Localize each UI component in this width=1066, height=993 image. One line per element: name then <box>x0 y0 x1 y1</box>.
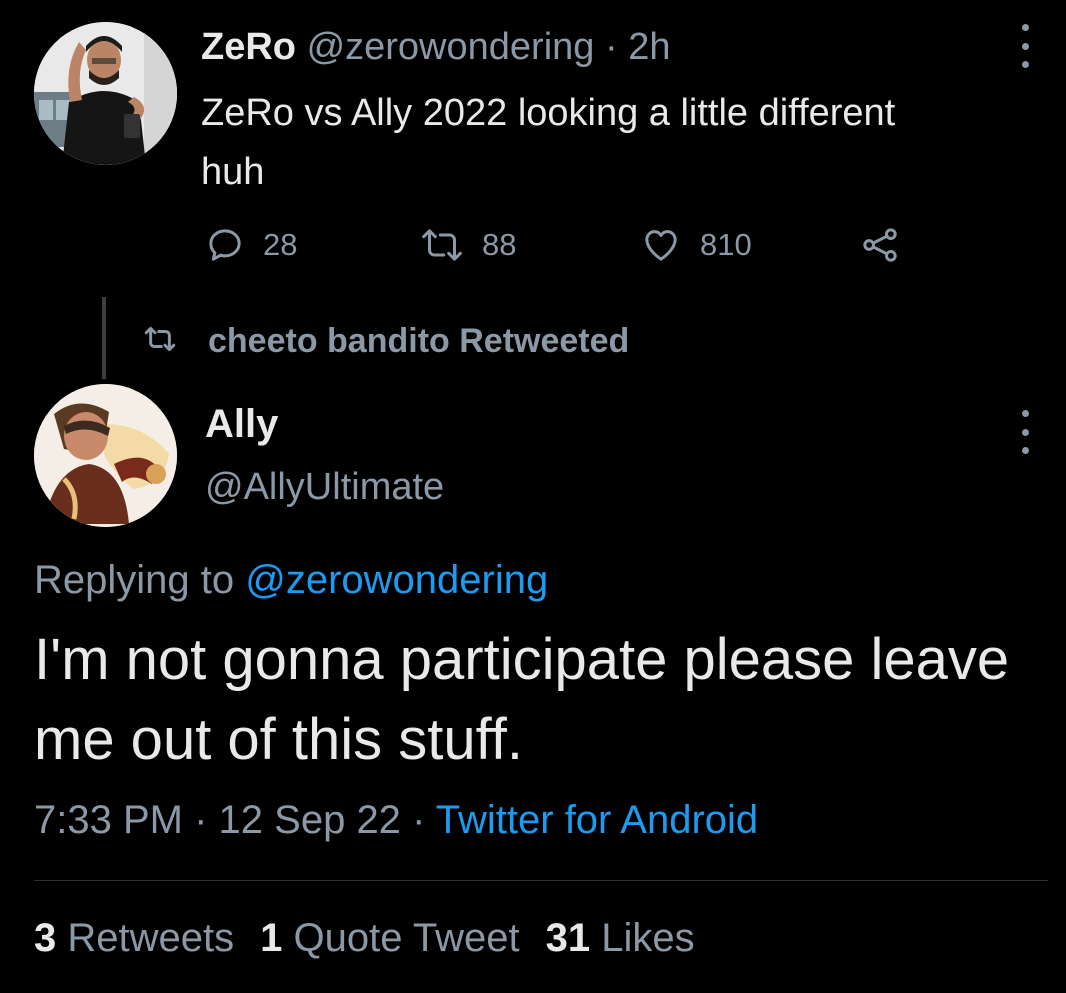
retweets-stat[interactable]: 3 Retweets <box>34 916 234 960</box>
header-separator: · <box>604 26 618 68</box>
tweet-time[interactable]: 2h <box>628 26 670 68</box>
more-icon[interactable] <box>1019 410 1031 454</box>
replying-prefix: Replying to <box>34 558 235 602</box>
thread-connector <box>102 297 106 379</box>
likes-label: Likes <box>601 916 695 960</box>
author-name[interactable]: ZeRo <box>201 26 296 68</box>
likes-stat[interactable]: 31 Likes <box>546 916 695 960</box>
share-icon <box>858 225 902 265</box>
meta-separator: · <box>194 798 208 842</box>
tweet-header: ZeRo @zerowondering · 2h <box>201 24 670 70</box>
reply-count: 28 <box>263 227 298 262</box>
like-icon <box>640 225 682 265</box>
author-handle[interactable]: @AllyUltimate <box>205 466 444 509</box>
share-button[interactable] <box>858 225 902 265</box>
retweet-count: 88 <box>482 227 517 262</box>
avatar-ally[interactable] <box>34 384 177 527</box>
more-icon[interactable] <box>1019 24 1031 68</box>
tweet-text: I'm not gonna participate please leave m… <box>34 627 1010 772</box>
quotes-count: 1 <box>260 916 283 960</box>
quotes-label: Quote Tweet <box>293 916 520 960</box>
tweet-stats: 3 Retweets 1 Quote Tweet 31 Likes <box>34 916 695 961</box>
author-name[interactable]: Ally <box>205 402 278 447</box>
likes-count: 31 <box>545 916 591 960</box>
retweets-count: 3 <box>34 916 57 960</box>
tweet-text: ZeRo vs Ally 2022 looking a little diffe… <box>201 92 896 193</box>
like-button[interactable]: 810 <box>640 225 752 265</box>
replying-handle-link[interactable]: @zerowondering <box>245 558 548 602</box>
tweet-time[interactable]: 7:33 PM <box>34 798 183 842</box>
retweets-label: Retweets <box>67 916 235 960</box>
avatar-zero[interactable] <box>34 22 177 165</box>
tweet-meta: 7:33 PM · 12 Sep 22 · Twitter for Androi… <box>34 798 758 843</box>
replying-to: Replying to @zerowondering <box>34 558 548 603</box>
tweet-source-link[interactable]: Twitter for Android <box>436 798 758 842</box>
meta-separator: · <box>412 798 426 842</box>
retweet-button[interactable]: 88 <box>420 225 516 265</box>
retweet-icon <box>420 225 464 265</box>
like-count: 810 <box>700 227 752 262</box>
retweeted-context[interactable]: cheeto bandito Retweeted <box>142 322 629 361</box>
divider <box>34 880 1048 881</box>
tweet-date[interactable]: 12 Sep 22 <box>219 798 401 842</box>
retweet-small-icon <box>142 324 178 359</box>
reply-button[interactable]: 28 <box>205 225 297 265</box>
quotes-stat[interactable]: 1 Quote Tweet <box>260 916 519 960</box>
reply-icon <box>205 225 245 265</box>
retweeted-label: cheeto bandito Retweeted <box>208 322 630 360</box>
author-handle[interactable]: @zerowondering <box>307 26 595 68</box>
